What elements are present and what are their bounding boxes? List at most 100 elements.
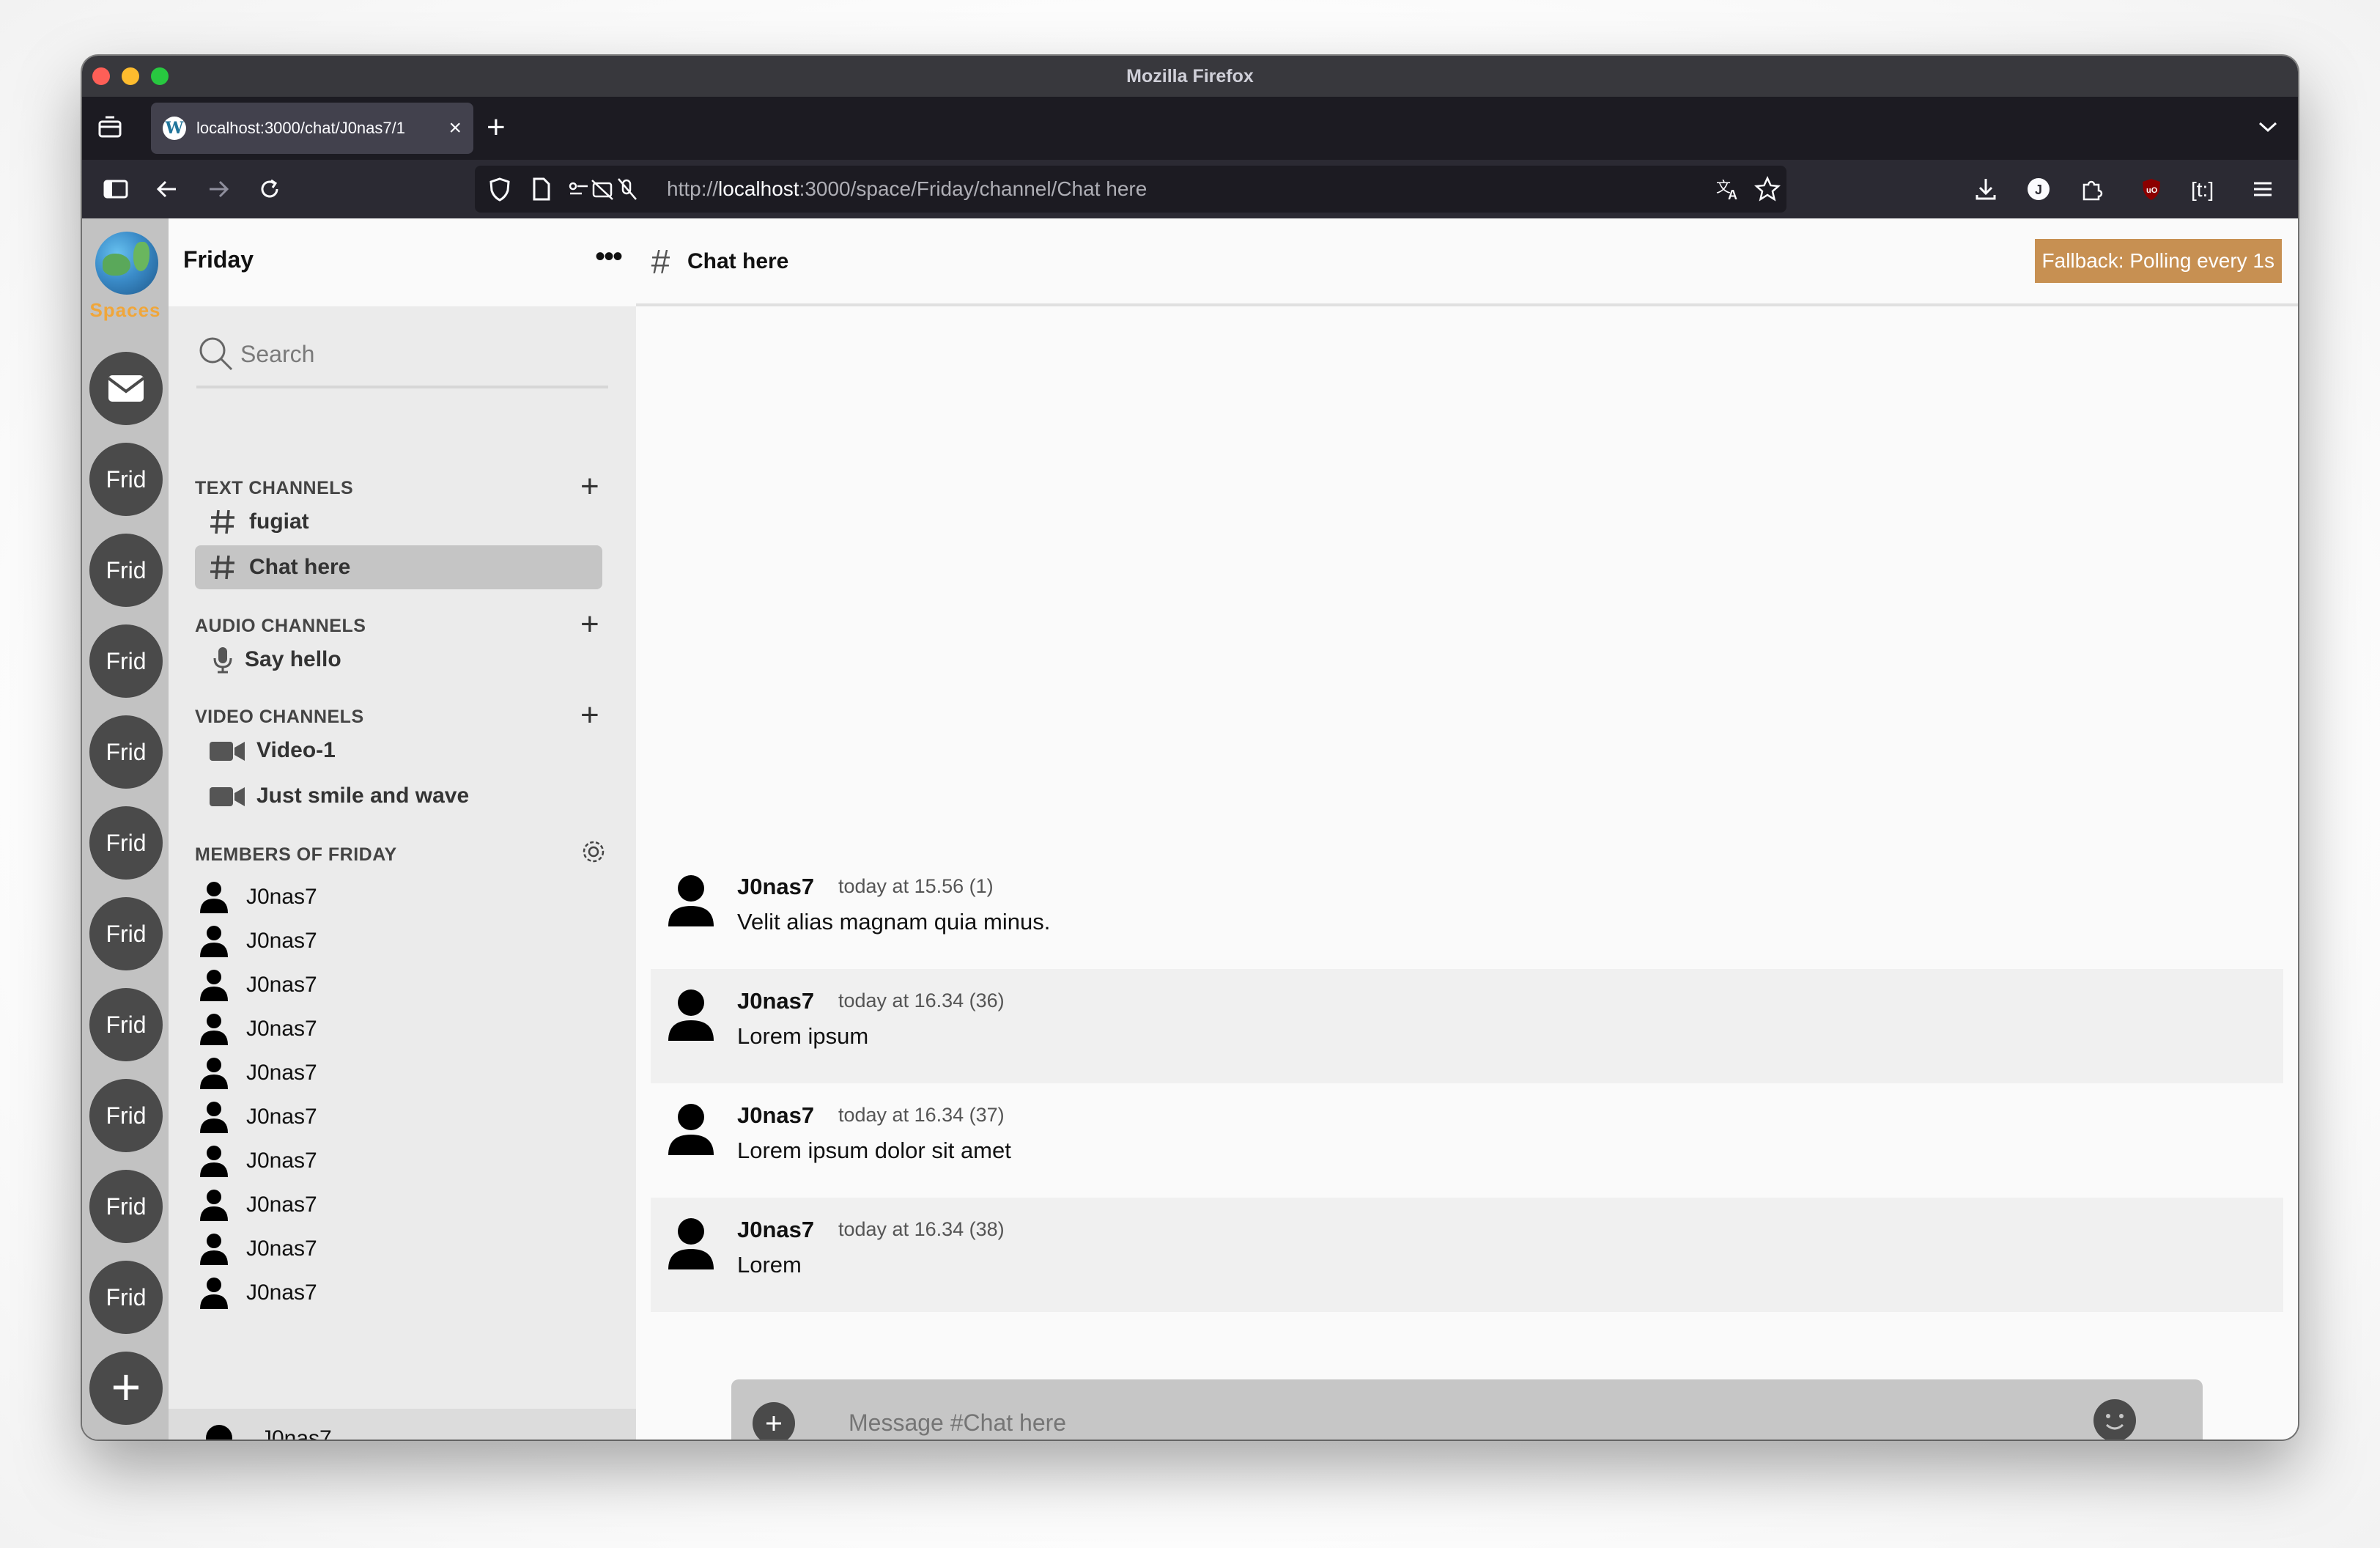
add-video-channel-button[interactable]: +: [580, 699, 599, 731]
member-item[interactable]: J0nas7: [199, 1184, 566, 1226]
person-icon: [199, 1013, 229, 1051]
members-title: MEMBERS OF FRIDAY: [195, 844, 397, 865]
tab-list-icon[interactable]: [97, 114, 123, 141]
person-icon: [199, 969, 229, 1007]
status-badge: Fallback: Polling every 1s: [2034, 239, 2282, 283]
member-name: J0nas7: [246, 1105, 317, 1129]
channel-item-video-1[interactable]: Video-1: [195, 729, 602, 773]
avatar: [667, 988, 715, 1046]
space-button[interactable]: Frid: [89, 897, 163, 970]
url-text[interactable]: http://localhost:3000/space/Friday/chann…: [667, 166, 1147, 213]
space-button[interactable]: Frid: [89, 443, 163, 516]
window-title: Mozilla Firefox: [1126, 66, 1254, 86]
message-input[interactable]: [849, 1404, 2021, 1440]
sidebar-toggle-icon[interactable]: [101, 174, 130, 204]
member-name: J0nas7: [246, 885, 317, 909]
message-item[interactable]: J0nas7 today at 15.56 (1) Velit alias magn…: [651, 855, 2283, 969]
space-button[interactable]: Frid: [89, 624, 163, 698]
audio-channels-title: AUDIO CHANNELS: [195, 616, 366, 636]
space-button[interactable]: Frid: [89, 715, 163, 789]
space-button[interactable]: Frid: [89, 534, 163, 607]
message-item[interactable]: J0nas7 today at 16.34 (36) Lorem ipsum: [651, 969, 2283, 1083]
message-text: Velit alias magnam quia minus.: [737, 909, 1051, 935]
current-user-panel: J0nas7: [169, 1409, 636, 1440]
add-space-button[interactable]: +: [89, 1352, 163, 1425]
translate-icon[interactable]: 文A: [1713, 174, 1742, 204]
channel-item-say-hello[interactable]: Say hello: [195, 638, 602, 682]
channel-item-just-smile-and-wave[interactable]: Just smile and wave: [195, 774, 602, 818]
svg-text:uO: uO: [2146, 186, 2158, 195]
add-audio-channel-button[interactable]: +: [580, 608, 599, 641]
close-window-button[interactable]: [92, 67, 110, 85]
reload-icon[interactable]: [255, 174, 284, 204]
search-icon: [198, 336, 234, 376]
member-item[interactable]: J0nas7: [199, 1272, 566, 1313]
message-author: J0nas7: [737, 988, 815, 1014]
person-icon: [199, 1189, 229, 1227]
member-item[interactable]: J0nas7: [199, 1228, 566, 1269]
page-icon[interactable]: [526, 174, 555, 204]
channel-item-chat-here[interactable]: Chat here: [195, 545, 602, 589]
message-timestamp: today at 15.56 (1): [838, 875, 994, 897]
tab-strip: W localhost:3000/chat/J0nas7/1 × +: [82, 97, 2298, 160]
person-icon: [195, 1423, 243, 1440]
bracket-extension-icon[interactable]: [t:]: [2189, 174, 2219, 204]
member-item[interactable]: J0nas7: [199, 1009, 566, 1050]
space-button[interactable]: Frid: [89, 1079, 163, 1152]
direct-messages-button[interactable]: [89, 352, 163, 425]
window-titlebar: Mozilla Firefox: [82, 56, 2298, 97]
channel-label: Video-1: [256, 738, 336, 762]
member-item[interactable]: J0nas7: [199, 1140, 566, 1182]
globe-icon[interactable]: [95, 232, 158, 295]
message-text: Lorem ipsum dolor sit amet: [737, 1138, 1011, 1163]
zoom-window-button[interactable]: [151, 67, 169, 85]
ublock-icon[interactable]: uO: [2137, 174, 2166, 204]
member-item[interactable]: J0nas7: [199, 877, 566, 918]
channel-label: Chat here: [249, 555, 351, 579]
tab-close-icon[interactable]: ×: [448, 103, 462, 154]
extension-icon[interactable]: [2077, 174, 2106, 204]
space-button[interactable]: Frid: [89, 1170, 163, 1243]
emoji-icon[interactable]: [2093, 1398, 2137, 1440]
download-icon[interactable]: [1971, 174, 2000, 204]
person-icon: [199, 1057, 229, 1095]
space-button[interactable]: Frid: [89, 806, 163, 880]
person-icon: [199, 1101, 229, 1139]
shield-icon[interactable]: [485, 174, 514, 204]
video-camera-icon: [208, 736, 245, 765]
space-button[interactable]: Frid: [89, 1261, 163, 1334]
member-item[interactable]: J0nas7: [199, 965, 566, 1006]
video-camera-icon: [208, 781, 245, 811]
permissions-icon[interactable]: [567, 174, 637, 204]
new-tab-button[interactable]: +: [487, 110, 506, 145]
forward-icon[interactable]: [204, 174, 233, 204]
add-attachment-button[interactable]: [752, 1401, 796, 1440]
member-name: J0nas7: [246, 1061, 317, 1085]
gear-icon[interactable]: [580, 838, 607, 869]
space-menu-button[interactable]: •••: [595, 240, 623, 273]
envelope-icon: [107, 375, 145, 402]
wordpress-favicon-icon: W: [163, 117, 186, 140]
add-text-channel-button[interactable]: +: [580, 471, 599, 503]
member-item[interactable]: J0nas7: [199, 1053, 566, 1094]
channel-label: Just smile and wave: [256, 784, 470, 808]
minimize-window-button[interactable]: [122, 67, 139, 85]
member-item[interactable]: J0nas7: [199, 921, 566, 962]
space-button[interactable]: Frid: [89, 988, 163, 1061]
member-name: J0nas7: [246, 1236, 317, 1261]
channel-item-fugiat[interactable]: fugiat: [195, 500, 602, 544]
message-item[interactable]: J0nas7 today at 16.34 (37) Lorem ipsum dol…: [651, 1083, 2283, 1198]
member-name: J0nas7: [246, 929, 317, 953]
back-icon[interactable]: [152, 174, 182, 204]
search-input[interactable]: [240, 336, 592, 372]
bookmark-star-icon[interactable]: [1753, 174, 1782, 204]
profile-extension-icon[interactable]: J: [2024, 174, 2053, 204]
url-bar[interactable]: http://localhost:3000/space/Friday/chann…: [475, 166, 1786, 213]
browser-tab-active[interactable]: W localhost:3000/chat/J0nas7/1 ×: [151, 103, 473, 154]
channel-label: Say hello: [245, 647, 341, 671]
chevron-down-icon[interactable]: [2257, 116, 2279, 139]
menu-icon[interactable]: [2248, 174, 2277, 204]
member-item[interactable]: J0nas7: [199, 1096, 566, 1138]
hash-icon: #: [651, 243, 670, 281]
message-item[interactable]: J0nas7 today at 16.34 (38) Lorem: [651, 1198, 2283, 1312]
